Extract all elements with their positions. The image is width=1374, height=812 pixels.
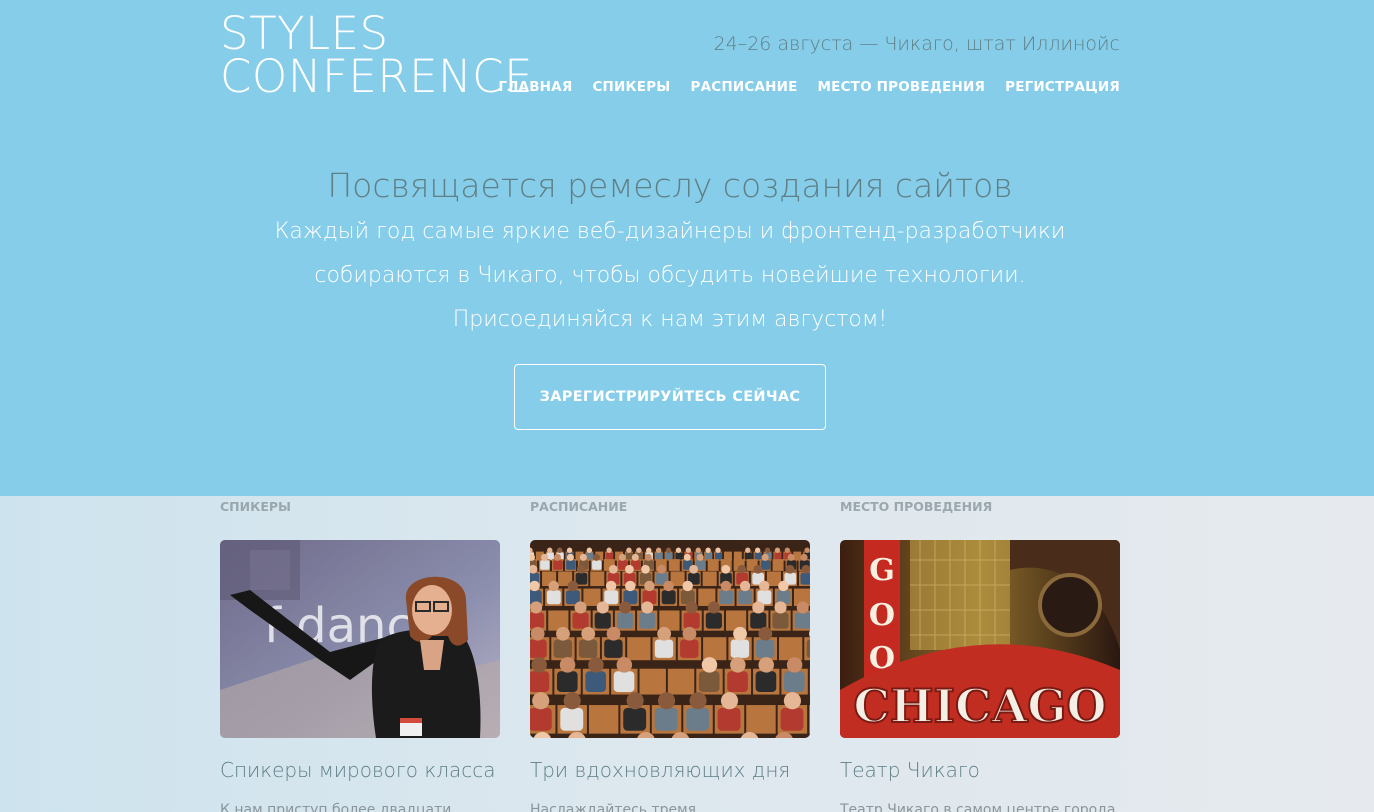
main-nav: ГЛАВНАЯ СПИКЕРЫ РАСПИСАНИЕ МЕСТО ПРОВЕДЕ… <box>498 79 1120 95</box>
logo-line-2: CONFERENCE <box>220 50 534 103</box>
vertical-sign-letter-1: G <box>869 553 895 588</box>
nav-register[interactable]: РЕГИСТРАЦИЯ <box>1005 79 1120 95</box>
logo[interactable]: STYLES CONFERENCE <box>220 7 534 103</box>
vertical-sign-letter-2: O <box>869 598 895 633</box>
hero-headline: Посвящается ремеслу создания сайтов <box>327 166 1013 205</box>
hero-lead: Каждый год самые яркие веб-дизайнеры и ф… <box>0 210 1340 342</box>
nav-schedule[interactable]: РАСПИСАНИЕ <box>690 79 797 95</box>
card-text: Наслаждайтесь тремя <box>530 802 697 812</box>
card-tag[interactable]: РАСПИСАНИЕ <box>530 499 627 514</box>
logo-line-1: STYLES <box>220 7 389 60</box>
nav-home[interactable]: ГЛАВНАЯ <box>498 79 572 95</box>
card-text: К нам приступ более двадцати <box>220 802 452 812</box>
event-info: 24–26 августа — Чикаго, штат Иллинойс <box>713 33 1120 55</box>
card-title[interactable]: Театр Чикаго <box>840 758 980 782</box>
audience-photo[interactable] <box>530 540 810 738</box>
speaker-photo[interactable]: f dance <box>220 540 500 738</box>
register-now-button[interactable]: ЗАРЕГИСТРИРУЙТЕСЬ СЕЙЧАС <box>514 364 826 430</box>
card-tag[interactable]: СПИКЕРЫ <box>220 499 291 514</box>
card-tag[interactable]: МЕСТО ПРОВЕДЕНИЯ <box>840 499 992 514</box>
venue-photo[interactable]: G O O CHICAGO <box>840 540 1120 738</box>
nav-venue[interactable]: МЕСТО ПРОВЕДЕНИЯ <box>818 79 986 95</box>
chicago-sign-text: CHICAGO <box>853 679 1106 733</box>
nav-speakers[interactable]: СПИКЕРЫ <box>592 79 670 95</box>
hero-lead-line-2: собираются в Чикаго, чтобы обсудить нове… <box>314 263 1026 288</box>
card-title[interactable]: Три вдохновляющих дня <box>530 758 790 782</box>
card-title[interactable]: Спикеры мирового класса <box>220 758 495 782</box>
hero-lead-line-3: Присоединяйся к нам этим августом! <box>452 307 888 332</box>
hero-section: STYLES CONFERENCE 24–26 августа — Чикаго… <box>0 0 1374 496</box>
card-text: Театр Чикаго в самом центре города <box>840 802 1116 812</box>
features-section: СПИКЕРЫ f dance Спикеры мирового класса … <box>0 496 1374 812</box>
hero-lead-line-1: Каждый год самые яркие веб-дизайнеры и ф… <box>274 219 1066 244</box>
